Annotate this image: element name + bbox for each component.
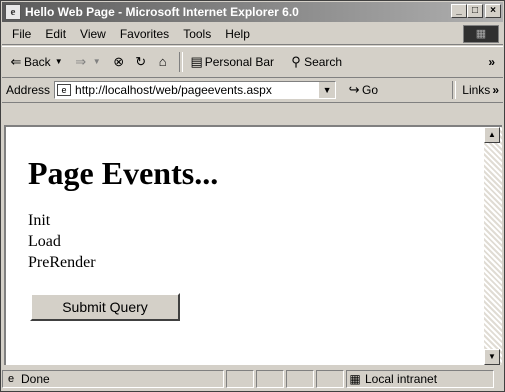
links-label: Links — [462, 83, 491, 97]
search-label: Search — [304, 55, 343, 69]
personal-bar-icon: ▤ — [190, 54, 203, 69]
scroll-down-button[interactable]: ▼ — [484, 349, 500, 365]
maximize-button[interactable]: □ — [467, 4, 483, 18]
back-button[interactable]: ⇐ Back ▼ — [8, 54, 67, 70]
zone-label: Local intranet — [365, 372, 438, 386]
links-button[interactable]: Links » — [452, 81, 499, 99]
event-list: Init Load PreRender — [28, 210, 484, 273]
forward-button[interactable]: ⇒ ▼ — [73, 54, 105, 70]
event-item: PreRender — [28, 254, 96, 271]
forward-arrow-icon: ⇒ — [75, 54, 87, 69]
windows-logo-icon: ▦ — [463, 25, 499, 43]
browser-window: e Hello Web Page - Microsoft Internet Ex… — [0, 0, 505, 392]
title-bar[interactable]: e Hello Web Page - Microsoft Internet Ex… — [2, 2, 503, 22]
scroll-up-button[interactable]: ▲ — [484, 127, 500, 143]
personal-bar-button[interactable]: ▤ Personal Bar — [189, 54, 275, 70]
address-url[interactable]: http://localhost/web/pageevents.aspx — [75, 83, 272, 97]
local-intranet-icon: ▦ — [349, 372, 361, 386]
page-icon: e — [57, 84, 72, 96]
dropdown-arrow-icon[interactable]: ▼ — [51, 54, 67, 70]
status-bar: e Done ▦ Local intranet — [2, 367, 503, 391]
page-heading: Page Events... — [28, 155, 219, 191]
page-content: Page Events... Init Load PreRender Submi… — [4, 125, 484, 365]
page-icon: e — [7, 373, 15, 385]
status-text: Done — [21, 372, 50, 386]
links-overflow-icon[interactable]: » — [492, 83, 499, 97]
dropdown-arrow-icon[interactable]: ▼ — [89, 54, 105, 70]
menu-favorites[interactable]: Favorites — [120, 27, 169, 41]
search-icon: ⚲ — [291, 54, 301, 69]
address-bar: Address e http://localhost/web/pageevent… — [2, 78, 503, 103]
personal-bar-label: Personal Bar — [204, 55, 275, 69]
back-arrow-icon: ⇐ — [10, 54, 22, 69]
menu-file[interactable]: File — [12, 27, 31, 41]
address-input[interactable]: e http://localhost/web/pageevents.aspx ▼ — [54, 81, 337, 99]
event-item: Load — [28, 233, 61, 250]
ie-logo-icon: e — [5, 4, 21, 20]
vertical-scrollbar[interactable]: ▲ ▼ — [484, 125, 502, 365]
address-label: Address — [6, 83, 51, 97]
standard-toolbar: ⇐ Back ▼ ⇒ ▼ ⊗ ↻ ⌂ ▤ Personal Bar ⚲ Sear… — [2, 46, 503, 78]
stop-icon: ⊗ — [113, 54, 125, 69]
status-pane — [256, 370, 284, 388]
toolbar-overflow-icon[interactable]: » — [488, 55, 495, 69]
go-button[interactable]: ↪ Go — [346, 82, 378, 98]
stop-button[interactable]: ⊗ — [111, 54, 127, 70]
menu-tools[interactable]: Tools — [183, 27, 211, 41]
submit-query-button[interactable]: Submit Query — [30, 293, 180, 321]
minimize-button[interactable]: _ — [451, 4, 467, 18]
go-label: Go — [362, 83, 379, 97]
address-dropdown-icon[interactable]: ▼ — [318, 82, 336, 98]
toolbar-separator — [178, 52, 183, 72]
status-pane — [286, 370, 314, 388]
menu-edit[interactable]: Edit — [45, 27, 66, 41]
home-icon: ⌂ — [158, 54, 167, 69]
window-controls: _ □ × — [451, 4, 501, 18]
menu-view[interactable]: View — [80, 27, 106, 41]
close-button[interactable]: × — [485, 4, 501, 18]
search-button[interactable]: ⚲ Search — [288, 54, 342, 70]
status-text-pane: e Done — [2, 370, 224, 388]
back-label: Back — [24, 55, 51, 69]
refresh-icon: ↻ — [135, 54, 147, 69]
refresh-button[interactable]: ↻ — [133, 54, 149, 70]
status-pane — [226, 370, 254, 388]
window-title: Hello Web Page - Microsoft Internet Expl… — [25, 5, 299, 19]
links-separator — [452, 81, 457, 99]
event-item: Init — [28, 212, 51, 229]
zone-pane: ▦ Local intranet — [346, 370, 494, 388]
menu-help[interactable]: Help — [225, 27, 250, 41]
status-pane — [316, 370, 344, 388]
menu-bar: File Edit View Favorites Tools Help ▦ — [2, 24, 503, 45]
home-button[interactable]: ⌂ — [155, 54, 171, 70]
go-arrow-icon: ↪ — [348, 82, 360, 97]
